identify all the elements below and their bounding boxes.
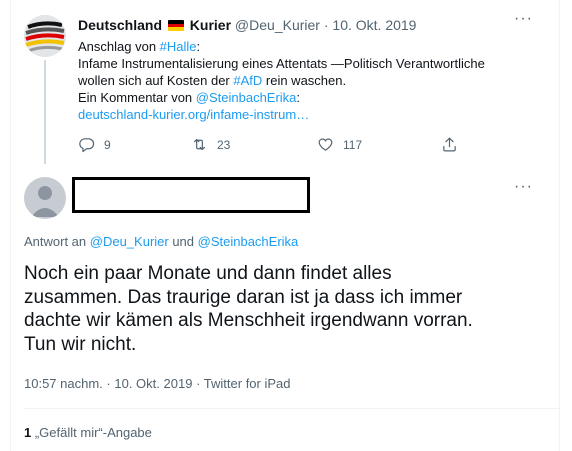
article-link[interactable]: deutschland-kurier.org/infame-instrum… bbox=[78, 107, 309, 122]
text-fragment: : bbox=[296, 90, 301, 105]
text-fragment: wollen sich auf Kosten der bbox=[78, 73, 234, 88]
reply-count: 9 bbox=[104, 137, 111, 152]
share-icon bbox=[443, 137, 456, 152]
share-button[interactable] bbox=[441, 136, 458, 153]
retweet-icon bbox=[193, 138, 206, 151]
tweet-date[interactable]: 10. Okt. 2019 bbox=[332, 17, 416, 33]
likes-label: „Gefällt mir“-Angabe bbox=[31, 425, 152, 440]
meta-separator: · bbox=[106, 376, 111, 391]
text-line: zusammen. Das traurige daran ist ja dass… bbox=[24, 286, 463, 308]
tweet-timestamp: 10:57 nachm. · 10. Okt. 2019 · Twitter f… bbox=[24, 376, 291, 391]
hashtag-halle[interactable]: #Halle bbox=[160, 39, 197, 54]
reply-context: Antwort an @Deu_Kurier und @SteinbachEri… bbox=[24, 234, 298, 249]
text-fragment: Ein Kommentar von bbox=[78, 90, 196, 105]
heart-icon bbox=[318, 138, 333, 151]
like-count: 117 bbox=[343, 137, 363, 152]
more-options-icon[interactable]: ··· bbox=[514, 11, 533, 27]
text-line: Tun wir nicht. bbox=[24, 333, 137, 355]
german-flag-icon bbox=[167, 20, 184, 31]
mention-deu-kurier[interactable]: @Deu_Kurier bbox=[90, 234, 169, 249]
deutschland-kurier-avatar[interactable] bbox=[24, 15, 66, 57]
text-fragment: : bbox=[196, 39, 201, 54]
retweet-button[interactable]: 23 bbox=[191, 136, 230, 153]
text-line: Infame Instrumentalisierung eines Attent… bbox=[78, 56, 485, 71]
likes-summary[interactable]: 1 „Gefällt mir“-Angabe bbox=[24, 425, 152, 440]
mention-steinbacherika[interactable]: @SteinbachErika bbox=[198, 234, 299, 249]
like-button[interactable]: 117 bbox=[317, 136, 362, 153]
reply-label: Antwort an bbox=[24, 234, 90, 249]
hashtag-afd[interactable]: #AfD bbox=[233, 73, 262, 88]
reply-icon bbox=[79, 138, 95, 153]
mention-steinbacherika[interactable]: @SteinbachErika bbox=[196, 90, 297, 105]
text-line: dachte wir kämen als Menschheit irgendwa… bbox=[24, 310, 473, 331]
parent-tweet-header: Deutschland Kurier @Deu_Kurier · 10. Okt… bbox=[78, 16, 416, 34]
tweet-source[interactable]: Twitter for iPad bbox=[204, 376, 291, 391]
meta-separator: · bbox=[323, 17, 329, 33]
tweet-time[interactable]: 10:57 nachm. bbox=[24, 376, 103, 391]
more-options-icon[interactable]: ··· bbox=[514, 179, 533, 195]
parent-tweet-actions: 9 23 117 bbox=[78, 136, 478, 154]
text-fragment: rein waschen. bbox=[262, 73, 347, 88]
author-name-suffix[interactable]: Kurier bbox=[190, 17, 231, 33]
author-name[interactable]: Deutschland bbox=[78, 17, 162, 33]
tweet-date[interactable]: 10. Okt. 2019 bbox=[114, 376, 192, 391]
thread-connector-line bbox=[44, 60, 46, 164]
meta-separator: · bbox=[196, 376, 201, 391]
author-handle[interactable]: @Deu_Kurier bbox=[235, 17, 320, 33]
text-line: Noch ein paar Monate und dann findet all… bbox=[24, 263, 392, 284]
retweet-count: 23 bbox=[217, 137, 231, 152]
parent-tweet-text: Anschlag von #Halle: Infame Instrumental… bbox=[78, 38, 538, 123]
default-user-avatar[interactable] bbox=[24, 177, 66, 219]
text-fragment: Anschlag von bbox=[78, 39, 160, 54]
reply-and: und bbox=[168, 234, 198, 249]
user-silhouette-icon bbox=[31, 186, 59, 217]
logo-stripes-icon bbox=[24, 15, 66, 57]
divider bbox=[24, 408, 560, 409]
reply-tweet-text: Noch ein paar Monate und dann findet all… bbox=[24, 262, 544, 356]
redacted-username-box bbox=[72, 177, 310, 213]
reply-button[interactable]: 9 bbox=[78, 136, 111, 153]
